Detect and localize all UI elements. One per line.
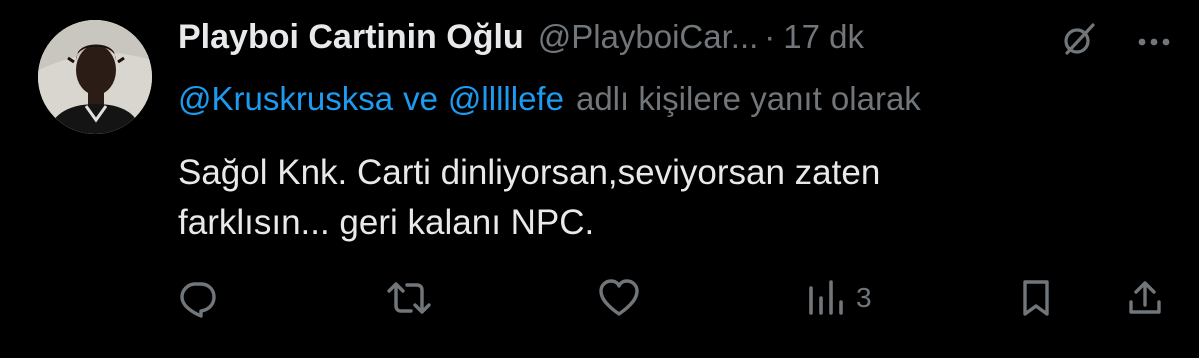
tweet[interactable]: Playboi Cartinin Oğlu @PlayboiCar... · 1… bbox=[0, 0, 1199, 358]
replying-to-suffix: adlı kişilere yanıt olarak bbox=[575, 80, 921, 117]
mention-link[interactable]: @lllllefe bbox=[448, 80, 564, 118]
reply-button[interactable] bbox=[178, 276, 218, 320]
share-button[interactable] bbox=[1126, 276, 1164, 320]
retweet-button[interactable] bbox=[386, 276, 432, 320]
views-button[interactable]: 3 bbox=[806, 276, 872, 320]
views-icon bbox=[809, 280, 843, 315]
views-count: 3 bbox=[856, 282, 872, 313]
bookmark-button[interactable] bbox=[1018, 276, 1054, 320]
reply-icon bbox=[180, 282, 216, 318]
grok-icon[interactable] bbox=[1062, 22, 1096, 61]
mention-conjunction: ve bbox=[403, 80, 438, 117]
heart-icon bbox=[599, 279, 639, 316]
separator-dot: · bbox=[764, 18, 776, 55]
tweet-text: Sağol Knk. Carti dinliyorsan,seviyorsan … bbox=[178, 148, 1138, 248]
action-bar: 3 bbox=[0, 276, 1199, 320]
bookmark-icon bbox=[1023, 280, 1049, 316]
share-icon bbox=[1129, 281, 1161, 314]
tweet-header: Playboi Cartinin Oğlu @PlayboiCar... · 1… bbox=[178, 14, 864, 60]
display-name[interactable]: Playboi Cartinin Oğlu bbox=[178, 18, 524, 57]
like-button[interactable] bbox=[598, 276, 640, 320]
replying-to: @Kruskrusksa ve @lllllefe adlı kişilere … bbox=[178, 76, 921, 122]
username-handle[interactable]: @PlayboiCar... bbox=[538, 18, 759, 56]
retweet-icon bbox=[387, 282, 431, 314]
tweet-text-line: farklısın... geri kalanı NPC. bbox=[178, 203, 595, 242]
timestamp[interactable]: 17 dk bbox=[783, 18, 864, 56]
mention-link[interactable]: @Kruskrusksa bbox=[178, 80, 393, 118]
more-icon[interactable] bbox=[1138, 34, 1170, 52]
avatar-photo-icon bbox=[38, 20, 152, 134]
avatar[interactable] bbox=[38, 20, 152, 134]
tweet-text-line: Sağol Knk. Carti dinliyorsan,seviyorsan … bbox=[178, 153, 881, 192]
